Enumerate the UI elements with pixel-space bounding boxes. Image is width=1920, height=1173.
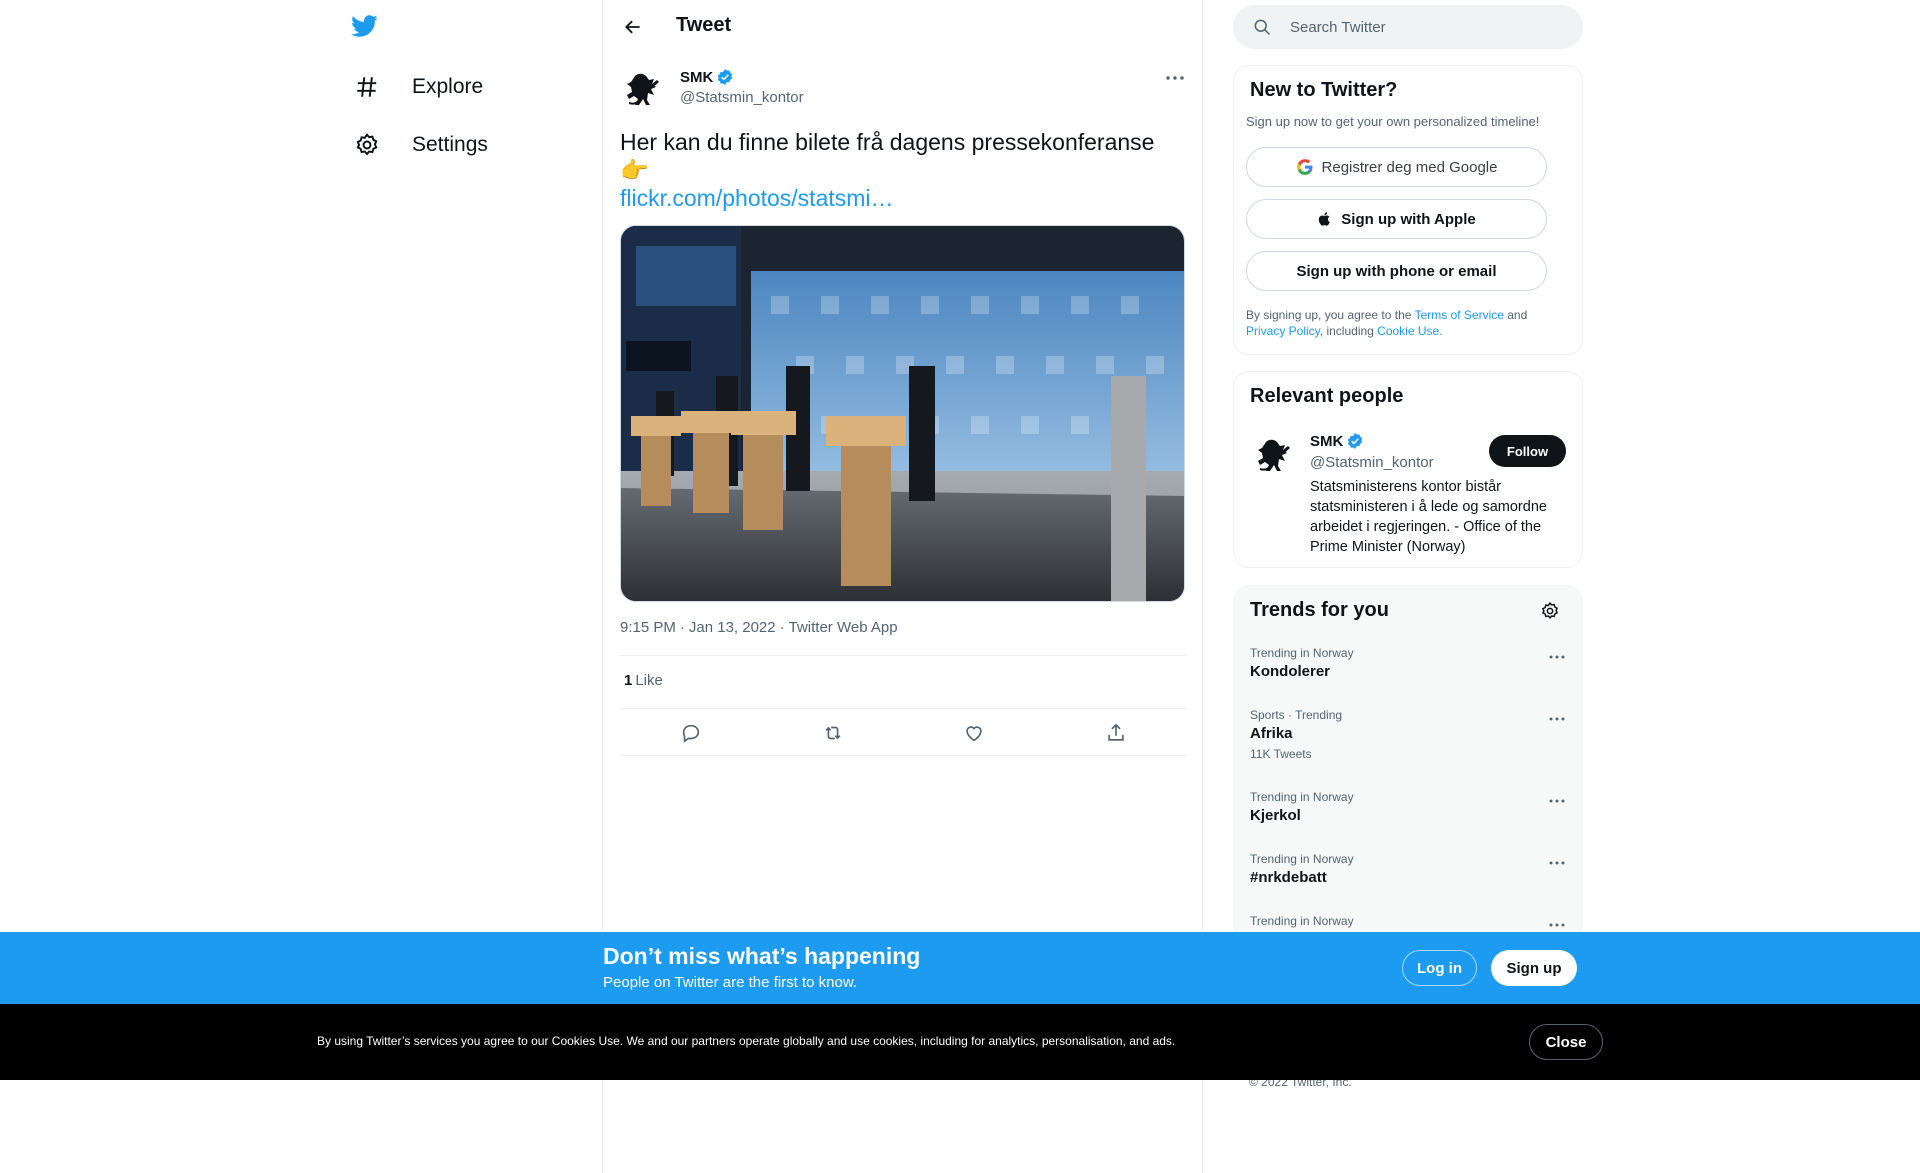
author-name[interactable]: SMK <box>680 68 734 86</box>
divider <box>620 708 1187 709</box>
trend-item[interactable]: Sports · Trending Afrika 11K Tweets <box>1250 708 1570 761</box>
terms-text: By signing up, you agree to the <box>1246 308 1415 322</box>
privacy-policy-link[interactable]: Privacy Policy <box>1246 324 1320 338</box>
trend-item[interactable]: Trending in Norway Kjerkol <box>1250 790 1570 824</box>
nav-item-label: Settings <box>412 133 488 156</box>
google-signup-button[interactable]: Registrer deg med Google <box>1246 147 1547 187</box>
share-icon[interactable] <box>1100 718 1132 748</box>
like-label: Like <box>635 672 663 689</box>
tweet-header: Tweet <box>603 0 1202 53</box>
person-avatar[interactable] <box>1250 432 1298 480</box>
like-count-link[interactable]: 1 Like <box>624 672 663 689</box>
cookie-use-link[interactable]: Cookie Use. <box>1377 324 1442 338</box>
trend-context: Trending in Norway <box>1250 914 1354 928</box>
trend-item[interactable]: Trending in Norway <box>1250 914 1570 928</box>
nav-item-settings[interactable]: Settings <box>352 120 488 170</box>
tweet-actions <box>620 718 1187 748</box>
promo-title: Don’t miss what’s happening <box>603 943 921 969</box>
card-title: New to Twitter? <box>1250 79 1398 101</box>
promo-subtitle: People on Twitter are the first to know. <box>603 974 858 991</box>
hashtag-icon <box>352 72 382 102</box>
card-subtitle: Sign up now to get your own personalized… <box>1246 114 1540 129</box>
author-name-text: SMK <box>680 68 714 86</box>
card-title: Relevant people <box>1250 385 1404 407</box>
like-heart-icon[interactable] <box>958 718 990 748</box>
search-input[interactable] <box>1290 18 1550 36</box>
verified-badge-icon <box>718 69 733 85</box>
terms-of-service-link[interactable]: Terms of Service <box>1415 308 1504 322</box>
tweet-photo[interactable] <box>620 225 1185 602</box>
trend-context: Trending in Norway <box>1250 852 1354 866</box>
apple-signup-button[interactable]: Sign up with Apple <box>1246 199 1547 239</box>
terms-text: , including <box>1319 324 1378 338</box>
back-arrow-icon[interactable] <box>617 11 649 43</box>
page-title: Tweet <box>676 14 732 36</box>
separator-dot: · <box>679 619 685 636</box>
relevant-people-card: Relevant people SMK @Statsmin_kontor Fol… <box>1233 371 1583 568</box>
author-avatar[interactable] <box>619 66 667 114</box>
tweet-date: Jan 13, 2022 <box>688 619 776 636</box>
more-options-icon[interactable] <box>1545 854 1569 872</box>
search-bar[interactable] <box>1233 5 1583 49</box>
cookie-banner: By using Twitter’s services you agree to… <box>0 1004 1920 1080</box>
tweet-link[interactable]: flickr.com/photos/statsmi… <box>620 185 894 212</box>
trend-item[interactable]: Trending in Norway #nrkdebatt <box>1250 852 1570 886</box>
divider <box>620 655 1187 656</box>
card-title: Trends for you <box>1250 599 1389 621</box>
terms-text: and <box>1503 308 1528 322</box>
terms-notice: By signing up, you agree to the Terms of… <box>1246 307 1566 339</box>
tweet-time: 9:15 PM <box>620 619 676 636</box>
trend-name: #nrkdebatt <box>1250 869 1327 886</box>
trend-context: Sports · Trending <box>1250 708 1343 722</box>
google-logo-icon <box>1296 159 1313 175</box>
phone-email-signup-label: Sign up with phone or email <box>1296 262 1497 280</box>
norwegian-lion-crest-icon <box>627 73 659 105</box>
retweet-icon[interactable] <box>817 718 849 748</box>
phone-email-signup-button[interactable]: Sign up with phone or email <box>1246 251 1547 291</box>
follow-button[interactable]: Follow <box>1489 435 1566 467</box>
author-handle[interactable]: @Statsmin_kontor <box>680 89 804 106</box>
apple-signup-label: Sign up with Apple <box>1341 210 1476 228</box>
trends-card: Trends for you Trending in Norway Kondol… <box>1233 585 1583 985</box>
divider <box>620 755 1187 756</box>
nav-item-explore[interactable]: Explore <box>352 62 483 112</box>
trend-name: Kjerkol <box>1250 807 1301 824</box>
tweet-source: Twitter Web App <box>788 619 898 636</box>
trends-settings-gear-icon[interactable] <box>1537 598 1563 624</box>
twitter-logo-icon[interactable] <box>350 12 382 44</box>
nav-item-label: Explore <box>412 75 484 98</box>
trend-context: Trending in Norway <box>1250 790 1354 804</box>
press-conference-photo <box>621 226 1184 601</box>
signup-button[interactable]: Sign up <box>1491 950 1577 986</box>
google-signup-label: Registrer deg med Google <box>1321 158 1498 176</box>
person-name-text: SMK <box>1310 432 1344 450</box>
trend-tweet-count: 11K Tweets <box>1250 747 1312 761</box>
new-to-twitter-card: New to Twitter? Sign up now to get your … <box>1233 65 1583 355</box>
tweet-timestamp[interactable]: 9:15 PM · Jan 13, 2022 · Twitter Web App <box>620 619 898 636</box>
tweet-text: Her kan du finne bilete frå dagens press… <box>620 129 1155 183</box>
apple-logo-icon <box>1319 212 1331 226</box>
more-options-icon[interactable] <box>1545 710 1569 728</box>
verified-badge-icon <box>1348 433 1363 449</box>
signup-promo-bar: Don’t miss what’s happening People on Tw… <box>0 932 1920 1004</box>
trend-name: Afrika <box>1250 725 1293 742</box>
separator-dot: · <box>779 619 785 636</box>
trend-context: Trending in Norway <box>1250 646 1354 660</box>
trend-name: Kondolerer <box>1250 663 1331 680</box>
cookie-text: By using Twitter’s services you agree to… <box>317 1034 1176 1048</box>
more-options-icon[interactable] <box>1545 648 1569 666</box>
close-button[interactable]: Close <box>1529 1024 1603 1060</box>
norwegian-lion-crest-icon <box>1258 439 1290 471</box>
like-count: 1 <box>624 672 633 689</box>
trend-item[interactable]: Trending in Norway Kondolerer <box>1250 646 1570 680</box>
reply-icon[interactable] <box>675 718 707 748</box>
person-name[interactable]: SMK <box>1310 432 1364 450</box>
person-bio: Statsministerens kontor bistår statsmini… <box>1310 479 1547 555</box>
more-options-icon[interactable] <box>1545 792 1569 810</box>
login-button[interactable]: Log in <box>1402 950 1477 986</box>
gear-icon <box>352 130 382 160</box>
search-icon <box>1254 19 1271 36</box>
person-handle[interactable]: @Statsmin_kontor <box>1310 454 1434 471</box>
more-options-icon[interactable] <box>1159 66 1191 90</box>
